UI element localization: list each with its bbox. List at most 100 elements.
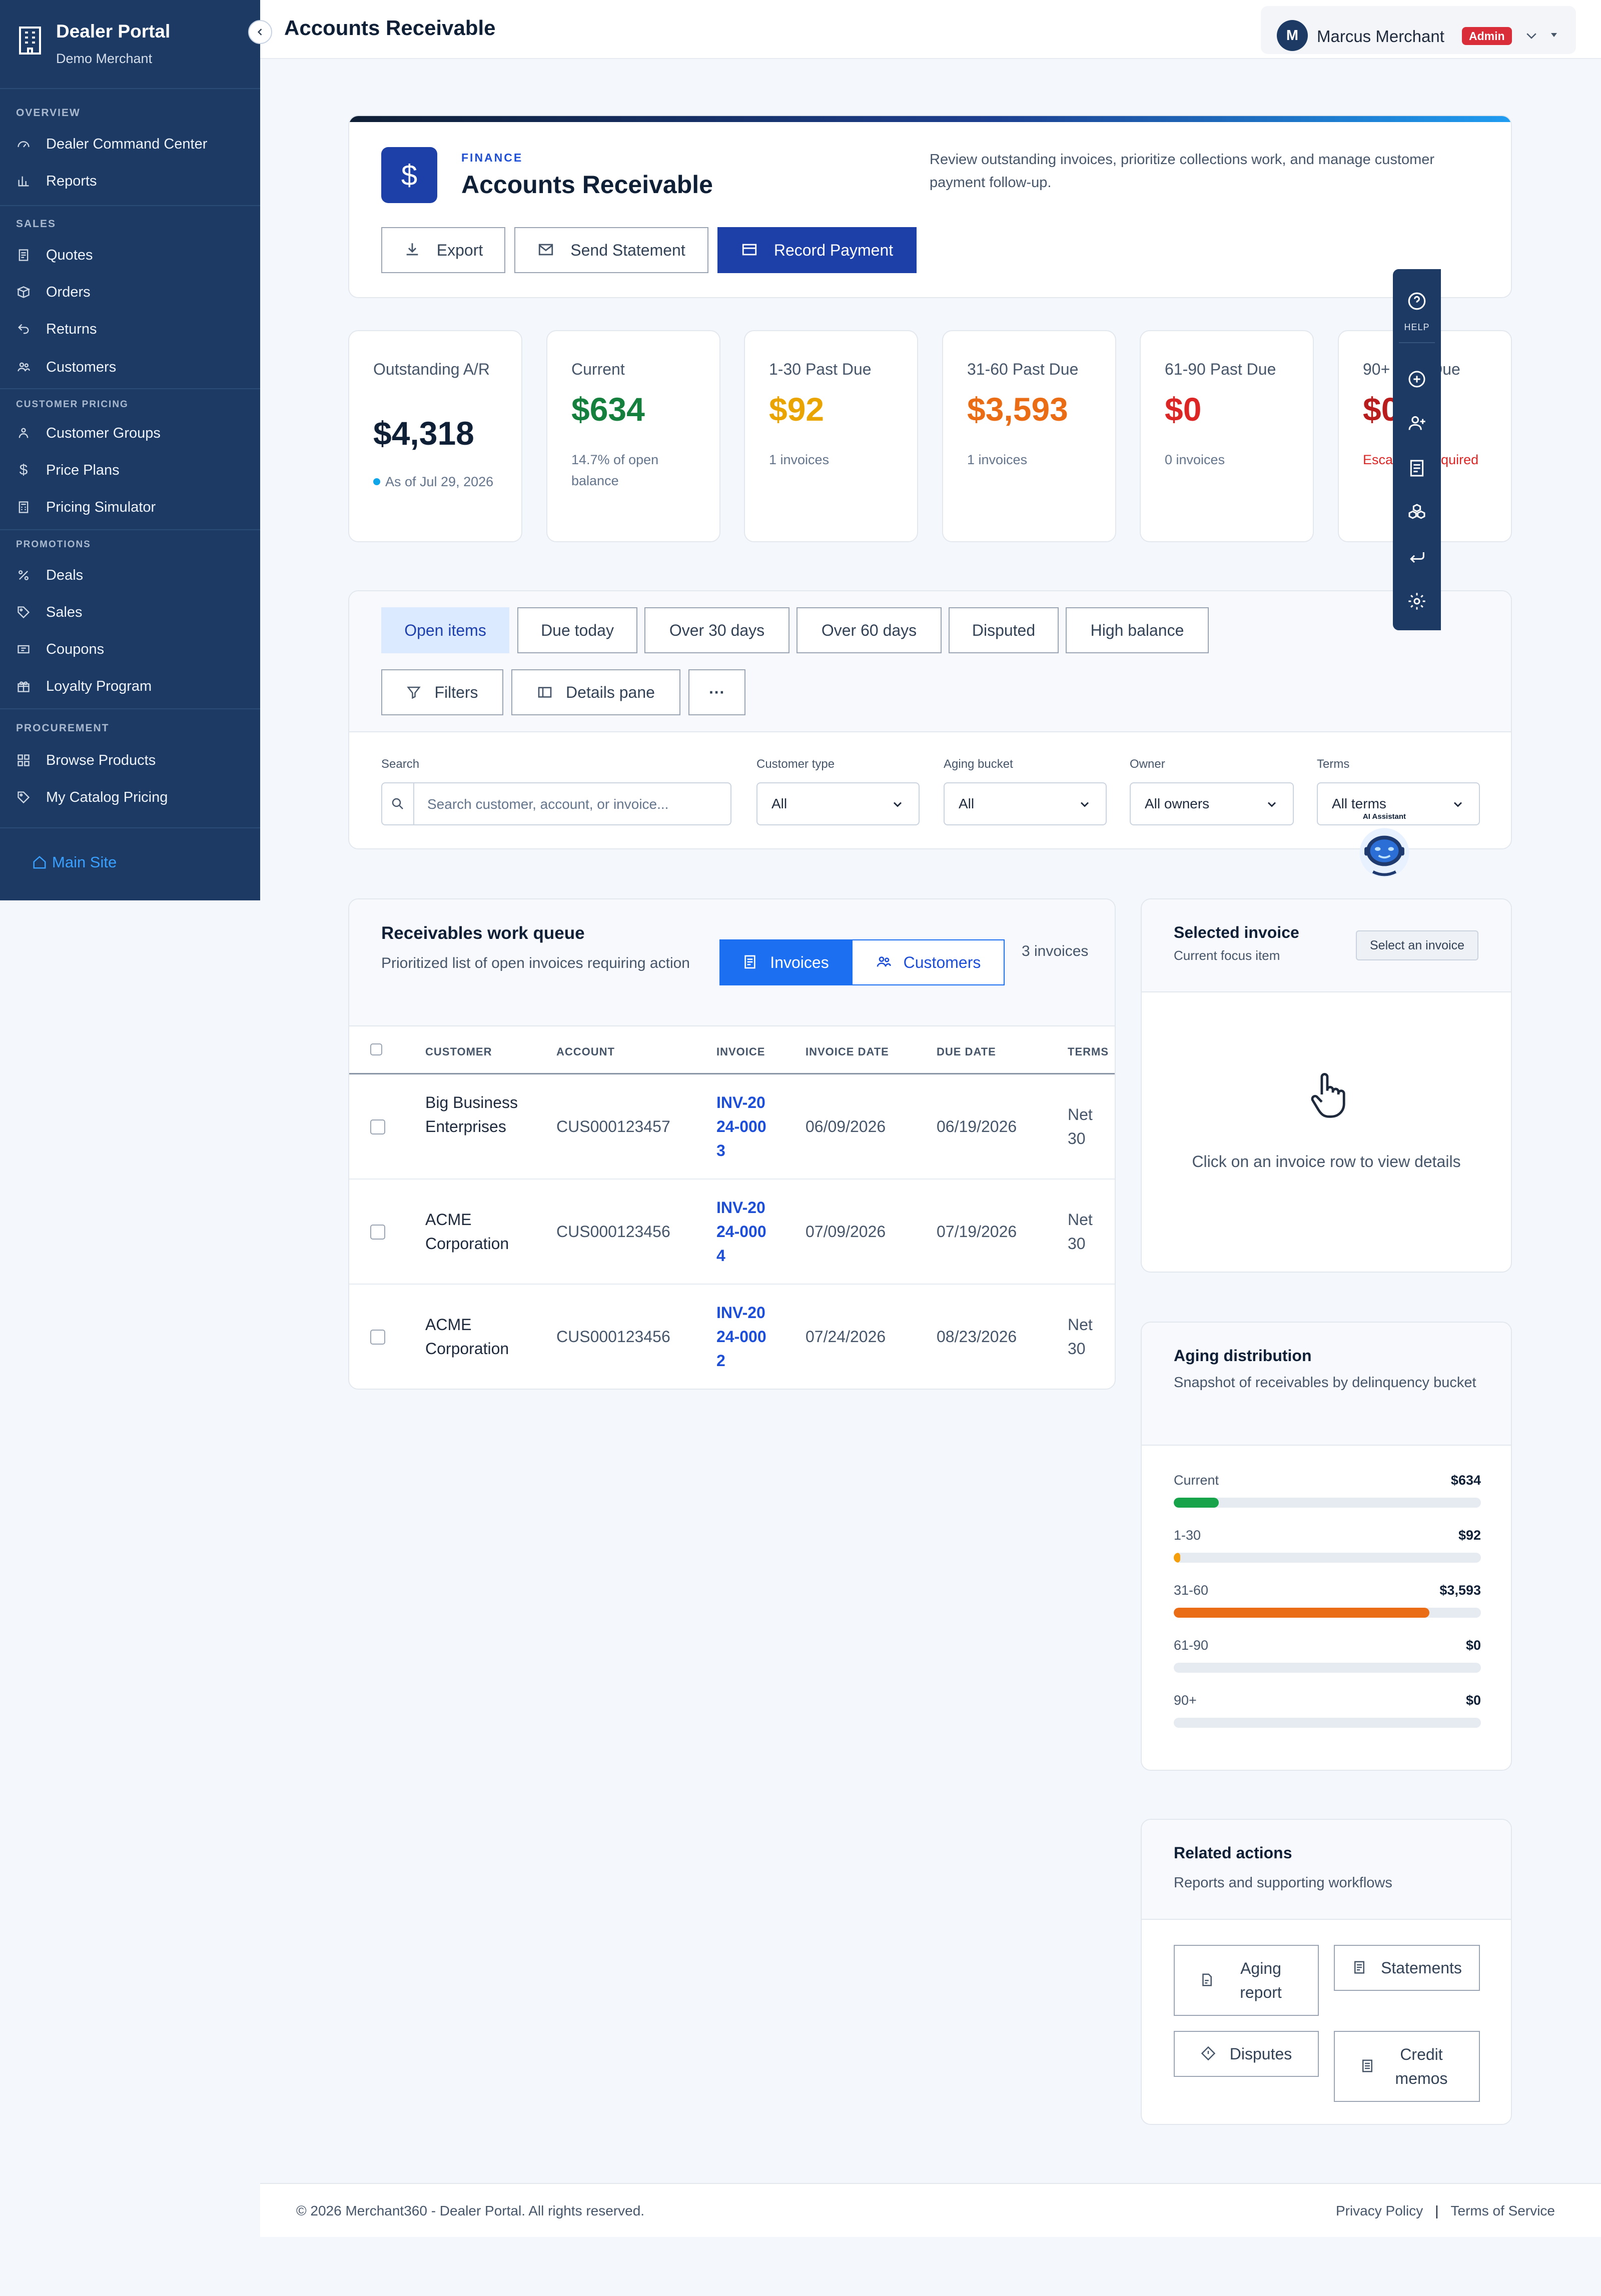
sidebar-item-returns[interactable]: Returns: [16, 315, 251, 343]
sidebar-section-promotions: PROMOTIONS: [16, 539, 91, 550]
modules-button[interactable]: [1405, 500, 1429, 524]
footer-separator: |: [1435, 2203, 1439, 2218]
cell-terms: Net 30: [1068, 1211, 1093, 1253]
aging-bucket-select[interactable]: All: [944, 782, 1107, 825]
send-statement-label: Send Statement: [570, 241, 685, 259]
sidebar-item-orders[interactable]: Orders: [16, 278, 251, 306]
tab-customers[interactable]: Customers: [852, 939, 1005, 985]
row-checkbox[interactable]: [370, 1330, 385, 1345]
main-site-link[interactable]: Main Site: [32, 853, 117, 871]
search-input[interactable]: [427, 794, 717, 814]
chip-over-30-days[interactable]: Over 30 days: [644, 607, 789, 653]
aging-report-button[interactable]: Aging report: [1174, 1945, 1319, 2016]
return-arrow-icon: [16, 322, 31, 337]
document-button[interactable]: [1405, 456, 1429, 480]
sidebar-item-pricing-simulator[interactable]: Pricing Simulator: [16, 493, 251, 521]
return-arrow-icon: [1410, 552, 1424, 563]
chip-high-balance[interactable]: High balance: [1066, 607, 1209, 653]
chip-disputed[interactable]: Disputed: [949, 607, 1059, 653]
column-terms[interactable]: TERMS: [1068, 1045, 1109, 1058]
sidebar-item-customer-groups[interactable]: Customer Groups: [16, 419, 251, 447]
sidebar-item-label: Deals: [46, 567, 84, 583]
page-title: Accounts Receivable: [284, 16, 496, 40]
add-user-button[interactable]: [1405, 411, 1429, 435]
chip-over-60-days[interactable]: Over 60 days: [796, 607, 942, 653]
sidebar-item-quotes[interactable]: Quotes: [16, 241, 251, 269]
sidebar-item-label: My Catalog Pricing: [46, 789, 168, 805]
cell-due-date: 06/19/2026: [937, 1117, 1017, 1135]
sidebar-item-my-catalog-pricing[interactable]: My Catalog Pricing: [16, 783, 251, 811]
column-due-date[interactable]: DUE DATE: [937, 1045, 996, 1058]
invoice-link[interactable]: INV-2024-0002: [716, 1301, 771, 1373]
panel-header: Related actions Reports and supporting w…: [1142, 1820, 1511, 1920]
return-button[interactable]: [1405, 545, 1429, 569]
kpi-value: $4,318: [373, 415, 474, 452]
details-pane-button[interactable]: Details pane: [511, 669, 680, 715]
invoice-link[interactable]: INV-2024-0003: [716, 1090, 771, 1163]
sidebar-item-sales[interactable]: Sales: [16, 598, 251, 626]
sidebar-item-loyalty-program[interactable]: Loyalty Program: [16, 672, 251, 700]
column-customer[interactable]: CUSTOMER: [425, 1045, 492, 1058]
sidebar-item-price-plans[interactable]: $ Price Plans: [16, 456, 251, 484]
sidebar-divider: [0, 708, 260, 709]
sidebar-section-customer-pricing: CUSTOMER PRICING: [16, 399, 129, 410]
bar-chart-icon: [16, 174, 31, 189]
column-invoice-date[interactable]: INVOICE DATE: [806, 1045, 889, 1058]
help-button[interactable]: [1405, 289, 1429, 313]
sidebar-item-deals[interactable]: Deals: [16, 561, 251, 589]
sidebar-item-coupons[interactable]: Coupons: [16, 635, 251, 663]
statements-button[interactable]: Statements: [1334, 1945, 1480, 1991]
table-header: CUSTOMER ACCOUNT INVOICE INVOICE DATE DU…: [349, 1026, 1115, 1074]
tag-icon: [16, 790, 31, 805]
ai-assistant-button[interactable]: AI Assistant: [1352, 812, 1417, 882]
cell-terms: Net 30: [1068, 1316, 1093, 1358]
sidebar-item-browse-products[interactable]: Browse Products: [16, 746, 251, 774]
filters-button[interactable]: Filters: [381, 669, 503, 715]
document-icon: [1352, 1960, 1368, 1976]
record-payment-button[interactable]: Record Payment: [717, 227, 917, 273]
privacy-policy-link[interactable]: Privacy Policy: [1336, 2203, 1423, 2219]
select-invoice-button[interactable]: Select an invoice: [1356, 930, 1479, 960]
add-button[interactable]: [1405, 367, 1429, 391]
tab-invoices[interactable]: Invoices: [719, 939, 852, 985]
sidebar-item-customers[interactable]: Customers: [16, 353, 251, 381]
column-invoice[interactable]: INVOICE: [716, 1045, 765, 1058]
row-checkbox[interactable]: [370, 1119, 385, 1134]
export-button[interactable]: Export: [381, 227, 505, 273]
row-checkbox[interactable]: [370, 1225, 385, 1240]
disputes-button[interactable]: Disputes: [1174, 2031, 1319, 2077]
credit-memos-button[interactable]: Credit memos: [1334, 2031, 1480, 2102]
more-options-button[interactable]: ···: [688, 669, 745, 715]
sidebar-section-procurement: PROCUREMENT: [16, 722, 110, 734]
column-account[interactable]: ACCOUNT: [556, 1045, 615, 1058]
terms-of-service-link[interactable]: Terms of Service: [1451, 2203, 1555, 2219]
status-dot: [373, 478, 380, 485]
page-hero: $ FINANCE Accounts Receivable Review out…: [348, 115, 1512, 298]
ticket-icon: [16, 642, 31, 657]
panel-header: Selected invoice Current focus item Sele…: [1142, 899, 1511, 992]
table-row[interactable]: Big Business Enterprises CUS000123457 IN…: [349, 1074, 1115, 1180]
settings-button[interactable]: [1405, 589, 1429, 613]
sidebar-item-label: Customers: [46, 359, 117, 375]
owner-select[interactable]: All owners: [1130, 782, 1294, 825]
chevron-down-icon: [1080, 802, 1089, 807]
gift-icon: [16, 679, 31, 694]
filters-panel: Open items Due today Over 30 days Over 6…: [348, 590, 1512, 849]
mail-icon: [537, 241, 555, 259]
sidebar-collapse-button[interactable]: [248, 20, 272, 44]
sidebar-item-reports[interactable]: Reports: [16, 167, 251, 195]
table-row[interactable]: ACME Corporation CUS000123456 INV-2024-0…: [349, 1285, 1115, 1389]
chip-open-items[interactable]: Open items: [381, 607, 509, 653]
send-statement-button[interactable]: Send Statement: [514, 227, 708, 273]
select-all-checkbox[interactable]: [370, 1043, 382, 1055]
aging-title: Aging distribution: [1174, 1347, 1312, 1365]
credit-memos-label: Credit memos: [1395, 2045, 1448, 2087]
brand[interactable]: Dealer Portal Demo Merchant: [18, 18, 243, 73]
users-icon: [16, 360, 31, 375]
chip-due-today[interactable]: Due today: [517, 607, 637, 653]
invoice-link[interactable]: INV-2024-0004: [716, 1196, 771, 1268]
customer-type-select[interactable]: All: [756, 782, 920, 825]
table-row[interactable]: ACME Corporation CUS000123456 INV-2024-0…: [349, 1180, 1115, 1285]
sidebar-item-dealer-command-center[interactable]: Dealer Command Center: [16, 130, 251, 158]
user-menu[interactable]: M Marcus Merchant Admin: [1261, 6, 1576, 54]
